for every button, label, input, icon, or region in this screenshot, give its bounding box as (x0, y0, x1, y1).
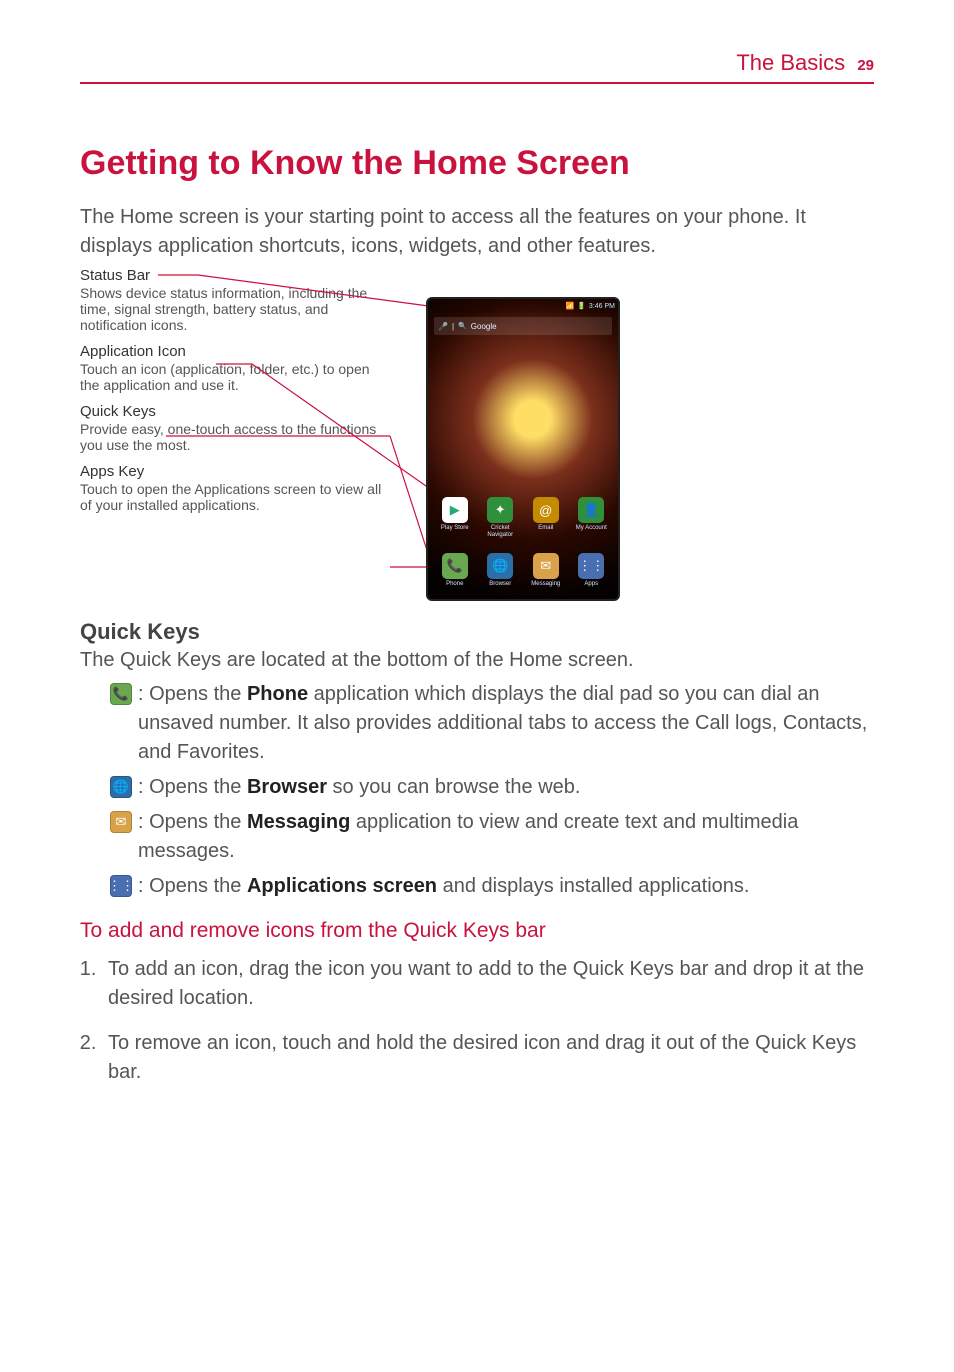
quick-key-item: ⋮⋮ : Opens the Applications screen and di… (110, 872, 874, 901)
bold-term: Browser (247, 776, 327, 798)
quick-key-text: : Opens the Messaging application to vie… (138, 808, 874, 866)
phone-app-cricket-navigator: ✦ Cricket Navigator (480, 497, 520, 537)
mic-icon: 🎤 (438, 322, 448, 331)
page-number: 29 (857, 57, 874, 74)
intro-paragraph: The Home screen is your starting point t… (80, 203, 874, 261)
quick-key-text: : Opens the Applications screen and disp… (138, 872, 874, 901)
leader-line (166, 432, 434, 572)
battery-icon: 🔋 (577, 302, 586, 310)
app-label: Apps (571, 581, 611, 593)
app-label: My Account (571, 525, 611, 537)
app-label: Play Store (435, 525, 475, 537)
quick-key-icon: ✉ (110, 811, 132, 833)
app-icon: ✦ (487, 497, 513, 523)
callout-title: Application Icon (80, 343, 390, 360)
app-label: Messaging (526, 581, 566, 593)
app-label: Cricket Navigator (480, 525, 520, 537)
phone-quick-keys-row: 📞 Phone 🌐 Browser ✉ Messaging ⋮⋮ Apps (428, 553, 618, 593)
phone-app-messaging: ✉ Messaging (526, 553, 566, 593)
page: The Basics 29 Getting to Know the Home S… (0, 0, 954, 1372)
quick-key-item: 📞 : Opens the Phone application which dis… (110, 680, 874, 767)
phone-status-bar: 📶 🔋 3:46 PM (428, 299, 618, 313)
quick-key-item: ✉ : Opens the Messaging application to vi… (110, 808, 874, 866)
bold-term: Messaging (247, 811, 350, 833)
quick-key-text: : Opens the Phone application which disp… (138, 680, 874, 767)
quick-key-icon: 🌐 (110, 776, 132, 798)
search-placeholder: Google (471, 322, 497, 331)
app-label: Phone (435, 581, 475, 593)
bold-term: Applications screen (247, 875, 437, 897)
phone-search-bar: 🎤 | 🔍 Google (434, 317, 612, 335)
signal-icon: 📶 (565, 302, 574, 310)
quick-keys-list: 📞 : Opens the Phone application which dis… (80, 680, 874, 901)
quick-key-icon: ⋮⋮ (110, 875, 132, 897)
app-icon: ⋮⋮ (578, 553, 604, 579)
app-icon: @ (533, 497, 559, 523)
phone-app-row-1: ▶ Play Store ✦ Cricket Navigator @ Email 👤 My A… (428, 497, 618, 537)
phone-app-my-account: 👤 My Account (571, 497, 611, 537)
phone-app-email: @ Email (526, 497, 566, 537)
search-divider: | (452, 322, 454, 331)
app-icon: 📞 (442, 553, 468, 579)
quick-key-icon: 📞 (110, 683, 132, 705)
phone-screenshot: 📶 🔋 3:46 PM 🎤 | 🔍 Google ▶ Play Store ✦ Cri… (426, 297, 620, 601)
magnifier-icon: 🔍 (458, 322, 467, 330)
step-item: To add an icon, drag the icon you want t… (102, 955, 874, 1013)
app-label: Email (526, 525, 566, 537)
step-item: To remove an icon, touch and hold the de… (102, 1029, 874, 1087)
phone-app-browser: 🌐 Browser (480, 553, 520, 593)
phone-app-apps: ⋮⋮ Apps (571, 553, 611, 593)
section-title: The Basics (736, 50, 845, 75)
app-icon: 🌐 (487, 553, 513, 579)
leader-line (158, 271, 436, 311)
quick-keys-heading: Quick Keys (80, 619, 874, 645)
steps-list: To add an icon, drag the icon you want t… (80, 955, 874, 1087)
add-remove-heading: To add and remove icons from the Quick K… (80, 919, 874, 943)
quick-key-text: : Opens the Browser so you can browse th… (138, 773, 874, 802)
phone-app-play-store: ▶ Play Store (435, 497, 475, 537)
app-label: Browser (480, 581, 520, 593)
app-icon: 👤 (578, 497, 604, 523)
home-screen-diagram: Status Bar Shows device status informati… (80, 267, 874, 607)
quick-keys-intro: The Quick Keys are located at the bottom… (80, 649, 874, 672)
app-icon: ✉ (533, 553, 559, 579)
page-title: Getting to Know the Home Screen (80, 144, 874, 183)
page-header: The Basics 29 (80, 50, 874, 84)
quick-key-item: 🌐 : Opens the Browser so you can browse t… (110, 773, 874, 802)
app-icon: ▶ (442, 497, 468, 523)
phone-app-phone: 📞 Phone (435, 553, 475, 593)
status-time: 3:46 PM (589, 303, 615, 310)
bold-term: Phone (247, 683, 308, 705)
